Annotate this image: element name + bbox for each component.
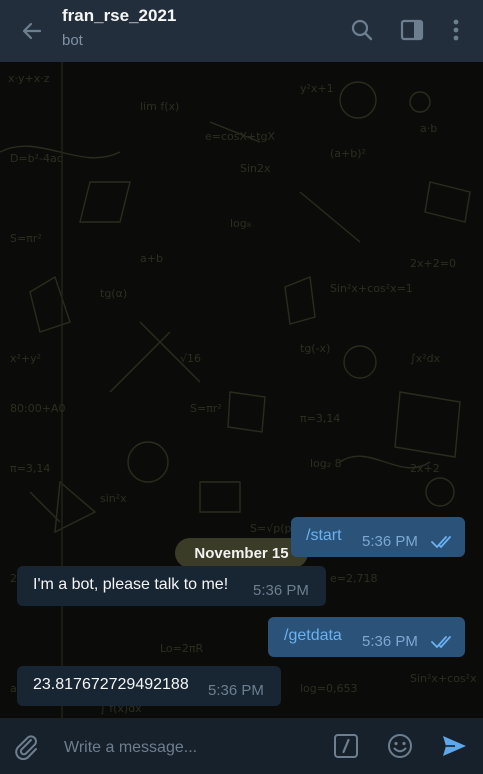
double-check-icon	[431, 536, 451, 549]
svg-text:Sin²x+cos²x=1: Sin²x+cos²x=1	[330, 282, 413, 295]
message-composer	[0, 718, 483, 774]
paperclip-icon[interactable]	[12, 732, 40, 760]
message-list[interactable]: x·y+x·z lim f(x) e=cosX+tgX y²x+1 a·b D=…	[0, 62, 483, 718]
svg-text:x²+y²: x²+y²	[10, 352, 41, 365]
search-icon[interactable]	[348, 16, 376, 44]
svg-text:S=πr²: S=πr²	[190, 402, 222, 415]
message-text[interactable]: 23.817672729492188	[33, 676, 189, 694]
svg-text:2x+2=0: 2x+2=0	[410, 257, 456, 270]
chat-header: fran_rse_2021 bot	[0, 0, 483, 62]
svg-text:y²x+1: y²x+1	[300, 82, 334, 95]
svg-text:log₂ 8: log₂ 8	[310, 457, 342, 470]
svg-text:Sin²x+cos²x: Sin²x+cos²x	[410, 672, 477, 685]
more-vertical-icon[interactable]	[442, 16, 470, 44]
message-text[interactable]: /getdata	[284, 627, 342, 645]
svg-text:sin²x: sin²x	[100, 492, 127, 505]
svg-text:a·b: a·b	[420, 122, 437, 135]
svg-text:D=b²-4ac: D=b²-4ac	[10, 152, 63, 165]
emoji-icon[interactable]	[386, 732, 414, 760]
bot-commands-icon[interactable]	[332, 732, 360, 760]
message-input[interactable]	[62, 736, 316, 760]
message-outgoing[interactable]: /start 5:36 PM	[291, 517, 465, 557]
chat-subtitle: bot	[62, 32, 83, 49]
svg-text:e=cosX+tgX: e=cosX+tgX	[205, 130, 276, 143]
message-time: 5:36 PM	[362, 633, 418, 650]
svg-text:log₈: log₈	[230, 217, 252, 230]
chat-title[interactable]: fran_rse_2021	[62, 6, 176, 26]
send-icon[interactable]	[440, 732, 468, 760]
date-separator: November 15	[175, 538, 308, 568]
svg-text:lim f(x): lim f(x)	[140, 100, 179, 113]
message-text[interactable]: I'm a bot, please talk to me!	[33, 576, 228, 594]
svg-text:Lo=2πR: Lo=2πR	[160, 642, 204, 655]
svg-text:e=2,718: e=2,718	[330, 572, 377, 585]
svg-text:Sin2x: Sin2x	[240, 162, 271, 175]
message-text[interactable]: /start	[306, 527, 342, 545]
message-time: 5:36 PM	[253, 582, 309, 599]
svg-text:π=3,14: π=3,14	[10, 462, 50, 475]
message-time: 5:36 PM	[362, 533, 418, 550]
svg-text:tg(-x): tg(-x)	[300, 342, 330, 355]
svg-text:log=0,653: log=0,653	[300, 682, 357, 695]
sidebar-toggle-icon[interactable]	[398, 16, 426, 44]
message-outgoing[interactable]: /getdata 5:36 PM	[268, 617, 465, 657]
svg-text:a+b: a+b	[140, 252, 163, 265]
back-arrow-icon[interactable]	[18, 17, 46, 45]
svg-text:2x+2: 2x+2	[410, 462, 440, 475]
svg-text:√16: √16	[180, 352, 201, 365]
svg-text:x·y+x·z: x·y+x·z	[8, 72, 50, 85]
message-incoming[interactable]: 23.817672729492188 5:36 PM	[17, 666, 281, 706]
double-check-icon	[431, 636, 451, 649]
svg-text:∫x²dx: ∫x²dx	[410, 352, 441, 365]
message-time: 5:36 PM	[208, 682, 264, 699]
svg-text:tg(α): tg(α)	[100, 287, 127, 300]
message-incoming[interactable]: I'm a bot, please talk to me! 5:36 PM	[17, 566, 326, 606]
svg-text:π=3,14: π=3,14	[300, 412, 340, 425]
svg-text:80:00+A0: 80:00+A0	[10, 402, 65, 415]
svg-text:S=πr²: S=πr²	[10, 232, 42, 245]
svg-text:(a+b)²: (a+b)²	[330, 147, 366, 160]
